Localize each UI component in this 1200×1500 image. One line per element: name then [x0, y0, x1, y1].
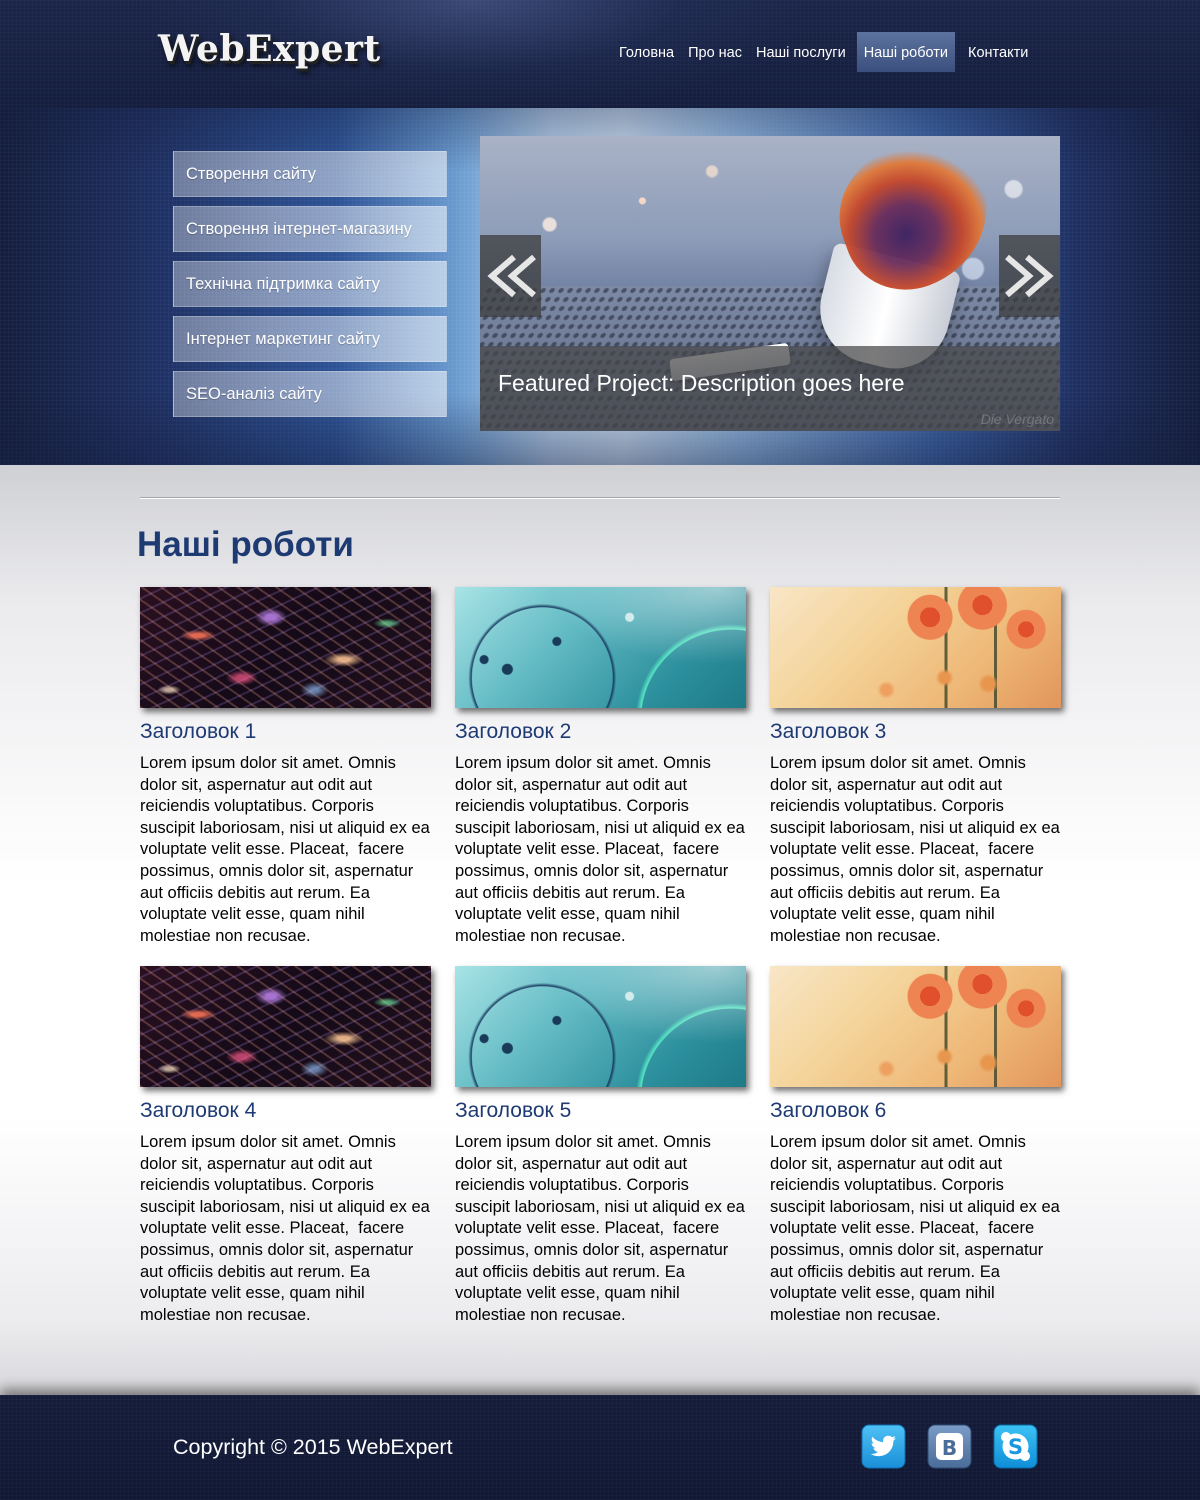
portfolio-card-text: Lorem ipsum dolor sit amet. Omnis dolor … [455, 754, 745, 945]
featured-slider: Featured Project: Description goes here … [480, 136, 1060, 431]
nav-item-portfolio[interactable]: Наші роботи [856, 32, 956, 72]
portfolio-card: Заголовок 1 Lorem ipsum dolor sit amet. … [140, 587, 431, 947]
vk-icon: B [927, 1424, 972, 1469]
portfolio-card-text: Lorem ipsum dolor sit amet. Omnis dolor … [140, 754, 430, 945]
twitter-icon [861, 1424, 906, 1469]
portfolio-thumbnail[interactable] [455, 587, 746, 708]
page-title: Наші роботи [137, 525, 354, 564]
site-logo[interactable]: WebExpert [158, 28, 381, 70]
portfolio-card-title[interactable]: Заголовок 4 [140, 1099, 431, 1123]
nav-item-contacts[interactable]: Контакти [961, 32, 1035, 72]
main-nav: Головна Про нас Наші послуги Наші роботи… [612, 32, 1035, 72]
skype-glyph: S [1008, 1435, 1023, 1459]
nav-item-home[interactable]: Головна [612, 32, 681, 72]
portfolio-card-title[interactable]: Заголовок 3 [770, 720, 1061, 744]
vk-button[interactable]: B [927, 1424, 972, 1469]
service-item-seo[interactable]: SEO-аналіз сайту [173, 371, 447, 417]
portfolio-card-title[interactable]: Заголовок 1 [140, 720, 431, 744]
portfolio-card-text: Lorem ipsum dolor sit amet. Omnis dolor … [770, 1133, 1060, 1324]
portfolio-thumbnail[interactable] [455, 966, 746, 1087]
service-item-website[interactable]: Створення сайту [173, 151, 447, 197]
slider-next-button[interactable] [999, 235, 1060, 317]
skype-icon: S [993, 1424, 1038, 1469]
slider-prev-button[interactable] [480, 235, 541, 317]
site-footer: Copyright © 2015 WebExpert B S [0, 1395, 1200, 1500]
nav-item-services[interactable]: Наші послуги [749, 32, 853, 72]
portfolio-thumbnail[interactable] [770, 587, 1061, 708]
portfolio-card-text: Lorem ipsum dolor sit amet. Omnis dolor … [770, 754, 1060, 945]
slide-watermark: Die Vergato [980, 411, 1054, 427]
portfolio-card: Заголовок 4 Lorem ipsum dolor sit amet. … [140, 966, 431, 1326]
portfolio-thumbnail[interactable] [770, 966, 1061, 1087]
services-menu: Створення сайту Створення інтернет-магаз… [173, 151, 447, 426]
vk-glyph: B [942, 1436, 957, 1460]
portfolio-card-text: Lorem ipsum dolor sit amet. Omnis dolor … [140, 1133, 430, 1324]
twitter-button[interactable] [861, 1424, 906, 1469]
portfolio-card: Заголовок 2 Lorem ipsum dolor sit amet. … [455, 587, 746, 947]
portfolio-thumbnail[interactable] [140, 966, 431, 1087]
copyright-text: Copyright © 2015 WebExpert [173, 1435, 453, 1459]
portfolio-card-title[interactable]: Заголовок 5 [455, 1099, 746, 1123]
section-divider [140, 497, 1060, 498]
service-item-marketing[interactable]: Інтернет маркетинг сайту [173, 316, 447, 362]
slide-caption-text: Featured Project: Description goes here [498, 370, 905, 396]
double-chevron-right-icon [1004, 254, 1054, 298]
double-chevron-left-icon [486, 254, 536, 298]
slide-caption: Featured Project: Description goes here … [480, 346, 1060, 431]
portfolio-card: Заголовок 5 Lorem ipsum dolor sit amet. … [455, 966, 746, 1326]
service-item-online-store[interactable]: Створення інтернет-магазину [173, 206, 447, 252]
portfolio-card-title[interactable]: Заголовок 2 [455, 720, 746, 744]
portfolio-card: Заголовок 3 Lorem ipsum dolor sit amet. … [770, 587, 1061, 947]
portfolio-card: Заголовок 6 Lorem ipsum dolor sit amet. … [770, 966, 1061, 1326]
portfolio-card-title[interactable]: Заголовок 6 [770, 1099, 1061, 1123]
service-item-support[interactable]: Технічна підтримка сайту [173, 261, 447, 307]
portfolio-card-text: Lorem ipsum dolor sit amet. Omnis dolor … [455, 1133, 745, 1324]
nav-item-about[interactable]: Про нас [681, 32, 749, 72]
skype-button[interactable]: S [993, 1424, 1038, 1469]
portfolio-thumbnail[interactable] [140, 587, 431, 708]
